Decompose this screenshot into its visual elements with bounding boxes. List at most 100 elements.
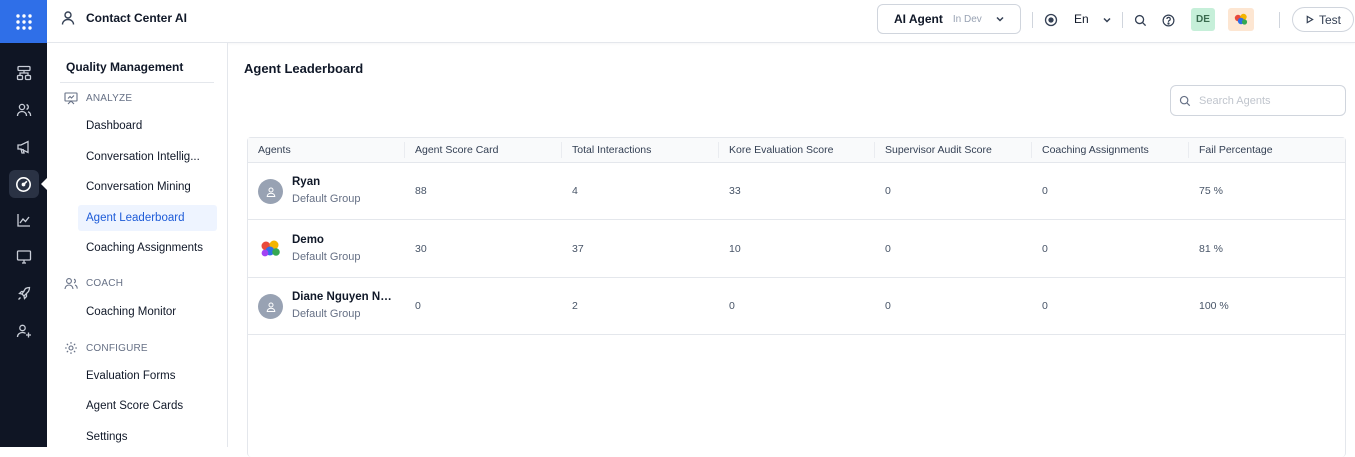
chevron-down-icon	[1101, 14, 1113, 26]
rail-item-monitor[interactable]	[0, 242, 47, 272]
gear-icon	[64, 341, 78, 355]
column-header[interactable]: Fail Percentage	[1199, 144, 1273, 156]
sidebar-item-conversation-intelligence[interactable]: Conversation Intellig...	[78, 144, 217, 170]
coaching-assignments: 0	[1042, 185, 1048, 197]
sidebar-item-conversation-mining[interactable]: Conversation Mining	[78, 174, 217, 200]
column-header[interactable]: Supervisor Audit Score	[885, 144, 992, 156]
rail-item-users[interactable]	[0, 95, 47, 125]
agent-name[interactable]: Ryan	[292, 176, 320, 188]
column-header[interactable]: Agent Score Card	[415, 144, 498, 156]
total-interactions: 2	[572, 300, 578, 312]
agent-selector[interactable]: AI Agent In Dev	[877, 4, 1021, 34]
user-icon	[265, 186, 277, 198]
search-button[interactable]	[1132, 12, 1148, 28]
divider	[1122, 12, 1123, 28]
record-icon	[1044, 13, 1058, 27]
rocket-icon	[16, 286, 32, 302]
agent-name: AI Agent	[894, 12, 943, 26]
analytics-icon	[16, 212, 32, 228]
rail-item-add-user[interactable]	[0, 316, 47, 346]
presentation-icon	[64, 92, 78, 105]
coach-icon	[64, 277, 78, 290]
users-icon	[16, 102, 32, 118]
icon-rail	[0, 0, 47, 447]
rail-item-campaigns[interactable]	[0, 132, 47, 162]
sidebar-item-coaching-monitor[interactable]: Coaching Monitor	[78, 299, 217, 325]
section-coach: COACH	[64, 277, 123, 290]
language-dropdown[interactable]	[1099, 12, 1115, 28]
column-header[interactable]: Kore Evaluation Score	[729, 144, 833, 156]
app-title: Contact Center AI	[86, 11, 187, 25]
avatar	[258, 294, 283, 319]
table-header: Agents Agent Score Card Total Interactio…	[248, 138, 1345, 163]
section-label: COACH	[86, 278, 123, 289]
table-row[interactable]: Ryan Default Group 88 4 33 0 0 75 %	[248, 163, 1345, 220]
column-divider	[404, 142, 405, 158]
sidebar-item-agent-leaderboard[interactable]: Agent Leaderboard	[78, 205, 217, 231]
agent-score-card: 30	[415, 243, 427, 255]
sidebar-item-dashboard[interactable]: Dashboard	[78, 113, 217, 139]
help-button[interactable]	[1160, 12, 1176, 28]
user-avatar[interactable]: DE	[1191, 8, 1215, 31]
test-button[interactable]: Test	[1292, 7, 1354, 32]
language-selector[interactable]: En	[1074, 12, 1089, 26]
coaching-assignments: 0	[1042, 300, 1048, 312]
supervisor-audit-score: 0	[885, 243, 891, 255]
megaphone-icon	[16, 139, 32, 155]
record-button[interactable]	[1043, 12, 1059, 28]
coaching-assignments: 0	[1042, 243, 1048, 255]
agent-name[interactable]: Demo	[292, 234, 324, 246]
column-header[interactable]: Total Interactions	[572, 144, 651, 156]
hierarchy-icon	[16, 65, 32, 81]
balloons-icon	[1233, 12, 1249, 28]
rail-item-deploy[interactable]	[0, 279, 47, 309]
supervisor-audit-score: 0	[885, 300, 891, 312]
sidebar-item-settings[interactable]: Settings	[78, 424, 217, 450]
search-input[interactable]	[1199, 95, 1339, 107]
column-divider	[718, 142, 719, 158]
main-content: Agent Leaderboard Agents Agent Score Car…	[228, 43, 1355, 447]
agent-score-card: 0	[415, 300, 421, 312]
column-header[interactable]: Coaching Assignments	[1042, 144, 1149, 156]
avatar	[258, 237, 283, 262]
page-title: Agent Leaderboard	[244, 61, 363, 76]
fail-percentage: 100 %	[1199, 300, 1229, 312]
top-header: Contact Center AI AI Agent In Dev En DE …	[47, 0, 1355, 43]
app-launcher-button[interactable]	[0, 0, 47, 43]
section-configure: CONFIGURE	[64, 341, 148, 355]
agent-name[interactable]: Diane Nguyen Ng...	[292, 291, 396, 303]
rail-item-hierarchy[interactable]	[0, 58, 47, 88]
total-interactions: 37	[572, 243, 584, 255]
section-label: ANALYZE	[86, 93, 132, 104]
workspace-logo[interactable]	[1228, 8, 1254, 31]
search-agents[interactable]	[1170, 85, 1346, 116]
divider	[1032, 12, 1033, 28]
column-header[interactable]: Agents	[258, 144, 291, 156]
agent-group: Default Group	[292, 193, 360, 205]
kore-evaluation-score: 33	[729, 185, 741, 197]
kore-evaluation-score: 10	[729, 243, 741, 255]
divider	[1279, 12, 1280, 28]
rail-item-quality[interactable]	[0, 169, 47, 199]
table-row[interactable]: Demo Default Group 30 37 10 0 0 81 %	[248, 221, 1345, 278]
sidebar-item-evaluation-forms[interactable]: Evaluation Forms	[78, 363, 217, 389]
column-divider	[874, 142, 875, 158]
sidebar-item-coaching-assignments[interactable]: Coaching Assignments	[78, 235, 217, 261]
sidebar-item-agent-score-cards[interactable]: Agent Score Cards	[78, 393, 217, 419]
section-label: CONFIGURE	[86, 343, 148, 354]
column-divider	[1031, 142, 1032, 158]
gauge-icon	[15, 176, 32, 193]
sidebar: Quality Management ANALYZE Dashboard Con…	[47, 43, 228, 447]
search-icon	[1179, 95, 1191, 107]
search-icon	[1134, 14, 1147, 27]
column-divider	[1188, 142, 1189, 158]
rail-item-analytics[interactable]	[0, 205, 47, 235]
monitor-icon	[16, 249, 32, 265]
leaderboard-table: Agents Agent Score Card Total Interactio…	[247, 137, 1346, 457]
kore-evaluation-score: 0	[729, 300, 735, 312]
play-icon	[1305, 15, 1314, 24]
grid-icon	[15, 13, 33, 31]
app-title-group: Contact Center AI	[61, 10, 187, 26]
table-row[interactable]: Diane Nguyen Ng... Default Group 0 2 0 0…	[248, 278, 1345, 335]
agent-group: Default Group	[292, 308, 360, 320]
